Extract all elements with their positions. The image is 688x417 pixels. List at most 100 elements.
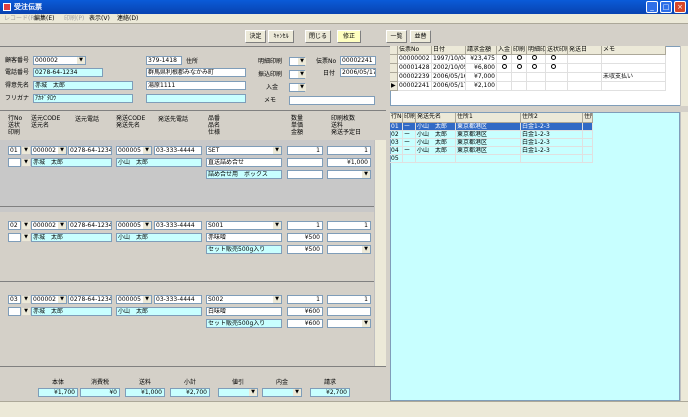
sender-tel-field[interactable]: 0278-64-1234 [68,146,112,155]
dest-cell[interactable]: 小山 太郎 [416,139,456,147]
cancel-button[interactable]: ｷｬﾝｾﾙ [268,30,294,43]
memo-field[interactable] [289,96,375,105]
slip-cell[interactable] [568,55,602,64]
dest-cell[interactable]: 白金1-2-3 [521,139,583,147]
dest-cell[interactable] [583,155,593,163]
dest-cell[interactable]: 東京都港区 [456,131,521,139]
unit-price-field[interactable] [287,158,323,167]
dest-cell[interactable] [583,131,593,139]
slip-cell[interactable] [546,55,568,64]
slip-col-header[interactable]: 印刷 [512,46,527,55]
shipping-slip-print-field[interactable] [8,233,21,242]
chevron-down-icon[interactable]: ▼ [22,234,30,241]
address3-field[interactable] [146,94,246,103]
dest-cell[interactable]: 東京都港区 [456,139,521,147]
slip-cell[interactable]: 未収支払い [602,73,666,82]
slip-cell[interactable]: 00000002 [398,55,432,64]
dest-tel-field[interactable]: 03-333-4444 [154,221,202,230]
dest-cell[interactable] [416,155,456,163]
chevron-down-icon[interactable]: ▼ [58,147,66,154]
line-no-field[interactable]: 02 [8,221,21,230]
date-field[interactable]: 2006/05/17 [340,68,376,77]
dest-grid-scrollbar[interactable] [680,112,688,401]
chevron-down-icon[interactable]: ▼ [77,57,85,64]
dest-cell[interactable] [583,139,593,147]
sender-name-field[interactable]: 赤城 太郎 [31,158,112,167]
slip-cell[interactable] [527,73,546,82]
slip-col-header[interactable]: 入金 [497,46,512,55]
dest-col-header[interactable]: 住所 [583,113,593,123]
chevron-down-icon[interactable]: ▼ [143,296,151,303]
dest-cell[interactable]: 小山 太郎 [416,131,456,139]
shipping-fee-field[interactable]: ¥1,000 [327,158,371,167]
slip-cell[interactable] [602,55,666,64]
chevron-down-icon[interactable]: ▼ [298,71,306,78]
slip-cell[interactable] [546,82,568,91]
chevron-down-icon[interactable]: ▼ [249,389,257,396]
slip-cell[interactable]: 2002/10/05 [432,64,466,73]
slip-cell[interactable] [497,73,512,82]
item-code-field[interactable]: S001 [206,221,282,230]
dest-cell[interactable]: 東京都港区 [456,123,521,131]
dest-cell[interactable]: 白金1-2-3 [521,131,583,139]
zip-field[interactable]: 379-1418 [146,56,182,65]
slip-cell[interactable] [497,64,512,73]
chevron-down-icon[interactable]: ▼ [58,222,66,229]
tel-field[interactable]: 0278-64-1234 [33,68,103,77]
chevron-down-icon[interactable]: ▼ [143,147,151,154]
dest-cell[interactable] [456,155,521,163]
sort-button[interactable]: 並替 [410,30,431,43]
item-name-field[interactable]: 赤味噌 [206,233,282,242]
shipping-fee-field[interactable] [327,307,371,316]
dest-col-header[interactable]: 行No [390,113,403,123]
slip-cell[interactable] [512,55,527,64]
chevron-down-icon[interactable]: ▼ [22,159,30,166]
slip-cell[interactable]: 2006/05/16 [432,73,466,82]
dest-cell[interactable]: 東京都港区 [456,147,521,155]
dest-cell[interactable]: 白金1-2-3 [521,123,583,131]
close-window-button[interactable]: × [674,1,686,13]
dest-cell[interactable] [583,123,593,131]
kana-field[interactable]: ｱｶｷﾞﾀﾛｳ [33,94,133,103]
slip-col-header[interactable]: 日付 [432,46,466,55]
slip-cell[interactable] [527,82,546,91]
amount-field[interactable] [287,170,323,179]
sender-tel-field[interactable]: 0278-64-1234 [68,295,112,304]
line-no-field[interactable]: 01 [8,146,21,155]
slip-cell[interactable] [512,64,527,73]
slip-col-header[interactable]: 発送日 [568,46,602,55]
chevron-down-icon[interactable]: ▼ [22,222,30,229]
slip-cell[interactable]: 1997/10/04 [432,55,466,64]
chevron-down-icon[interactable]: ▼ [298,58,306,65]
slip-cell[interactable] [497,55,512,64]
shipping-slip-print-field[interactable] [8,307,21,316]
item-name-field[interactable]: 白味噌 [206,307,282,316]
slip-col-header[interactable]: 請求金額 [466,46,497,55]
minimize-button[interactable]: _ [646,1,658,13]
dest-name-field[interactable]: 小山 太郎 [116,158,202,167]
slip-cell[interactable]: ¥2,100 [466,82,497,91]
slip-cell[interactable]: 00002241 [398,82,432,91]
maximize-button[interactable]: □ [660,1,672,13]
chevron-down-icon[interactable]: ▼ [273,296,281,303]
dest-cell[interactable]: 05 [390,155,403,163]
dest-col-header[interactable]: 住所1 [456,113,521,123]
dest-cell[interactable]: 白金1-2-3 [521,147,583,155]
qty-field[interactable]: 1 [287,221,323,230]
qty-field[interactable]: 1 [287,295,323,304]
list-button[interactable]: 一覧 [386,30,407,43]
lines-scrollbar[interactable] [374,140,386,366]
slip-cell[interactable] [568,64,602,73]
total-value-1[interactable]: ¥0 [80,388,120,397]
amount-field[interactable]: ¥500 [287,245,323,254]
chevron-down-icon[interactable]: ▼ [58,296,66,303]
sender-tel-field[interactable]: 0278-64-1234 [68,221,112,230]
dest-col-header[interactable]: 印刷 [403,113,416,123]
slip-col-header[interactable]: 送状印刷 [546,46,568,55]
chevron-down-icon[interactable]: ▼ [362,171,370,178]
line-no-field[interactable]: 03 [8,295,21,304]
slip-cell[interactable]: ¥23,475 [466,55,497,64]
dest-cell[interactable] [521,155,583,163]
address1-field[interactable]: 群馬県利根郡みなかみ町 [146,68,246,77]
dest-cell[interactable]: 04 [390,147,403,155]
